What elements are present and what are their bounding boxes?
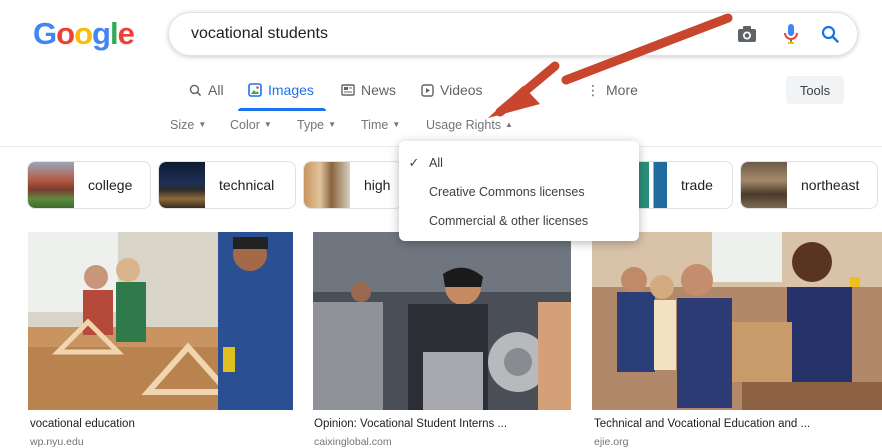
tab-videos[interactable]: Videos bbox=[421, 80, 483, 100]
arrow-head-icon bbox=[488, 86, 540, 118]
menu-item-creative-commons[interactable]: Creative Commons licenses bbox=[399, 178, 639, 206]
tab-all[interactable]: All bbox=[189, 80, 224, 100]
search-icon bbox=[189, 84, 202, 96]
tab-images[interactable]: Images bbox=[248, 80, 314, 100]
result-source: caixinglobal.com bbox=[314, 436, 392, 448]
mic-icon[interactable] bbox=[779, 22, 803, 46]
tools-button[interactable]: Tools bbox=[786, 76, 844, 104]
chip-label: college bbox=[88, 177, 133, 193]
chip-high[interactable]: high bbox=[303, 161, 403, 209]
result-image[interactable] bbox=[313, 232, 571, 410]
logo-letter: g bbox=[92, 16, 111, 51]
chip-technical[interactable]: technical bbox=[158, 161, 296, 209]
chip-thumbnail bbox=[159, 162, 205, 208]
chip-label: high bbox=[364, 177, 391, 193]
filter-label: Color bbox=[230, 118, 260, 132]
workshop-photo bbox=[28, 232, 293, 410]
workshop-photo bbox=[592, 232, 882, 410]
menu-item-label: All bbox=[429, 156, 443, 170]
caret-up-icon: ▲ bbox=[505, 120, 513, 129]
result-image[interactable] bbox=[28, 232, 293, 410]
news-icon bbox=[341, 84, 355, 96]
result-source: wp.nyu.edu bbox=[30, 436, 84, 448]
more-vert-icon: ⋮ bbox=[586, 81, 600, 98]
chip-thumbnail bbox=[28, 162, 74, 208]
filter-label: Size bbox=[170, 118, 195, 132]
tab-news[interactable]: News bbox=[341, 80, 396, 100]
search-box[interactable] bbox=[168, 12, 858, 56]
check-icon: ✓ bbox=[408, 155, 420, 170]
result-source: ejie.org bbox=[594, 436, 629, 448]
filter-label: Type bbox=[297, 118, 325, 132]
active-tab-indicator bbox=[238, 108, 326, 111]
tab-label: News bbox=[361, 82, 397, 98]
workshop-photo bbox=[313, 232, 571, 410]
tab-label: Images bbox=[268, 82, 314, 98]
logo-letter: l bbox=[109, 16, 119, 51]
filter-type[interactable]: Type ▼ bbox=[297, 118, 336, 132]
filter-label: Time bbox=[361, 118, 389, 132]
chip-thumbnail bbox=[304, 162, 350, 208]
chip-thumbnail bbox=[741, 162, 787, 208]
chip-trade[interactable]: trade bbox=[637, 161, 733, 209]
usage-rights-menu: ✓ All Creative Commons licenses Commerci… bbox=[399, 141, 639, 241]
chip-northeast[interactable]: northeast bbox=[740, 161, 878, 209]
menu-item-label: Creative Commons licenses bbox=[429, 185, 585, 199]
caret-down-icon: ▼ bbox=[263, 120, 272, 129]
caret-down-icon: ▼ bbox=[198, 120, 207, 129]
logo-letter: G bbox=[33, 16, 57, 51]
result-image[interactable] bbox=[592, 232, 882, 410]
images-icon bbox=[248, 83, 262, 97]
chip-label: trade bbox=[681, 177, 713, 193]
chip-label: northeast bbox=[801, 177, 860, 193]
chip-college[interactable]: college bbox=[27, 161, 151, 209]
result-caption[interactable]: Technical and Vocational Education and .… bbox=[594, 418, 810, 430]
logo-letter: o bbox=[74, 16, 93, 51]
filter-color[interactable]: Color ▼ bbox=[230, 118, 272, 132]
logo-letter: e bbox=[117, 16, 135, 51]
tab-label: All bbox=[208, 82, 224, 98]
chip-thumbnail bbox=[637, 162, 667, 208]
result-caption[interactable]: vocational education bbox=[30, 418, 135, 430]
filter-size[interactable]: Size ▼ bbox=[170, 118, 206, 132]
caret-down-icon: ▼ bbox=[392, 120, 401, 129]
camera-icon[interactable] bbox=[735, 22, 759, 46]
tab-label: Videos bbox=[440, 82, 483, 98]
menu-item-commercial[interactable]: Commercial & other licenses bbox=[399, 207, 639, 235]
tab-label: More bbox=[606, 82, 638, 98]
menu-item-all[interactable]: ✓ All bbox=[399, 149, 639, 177]
chip-label: technical bbox=[219, 177, 275, 193]
logo-letter: o bbox=[56, 16, 75, 51]
tab-more[interactable]: ⋮ More bbox=[586, 80, 638, 100]
video-icon bbox=[421, 83, 434, 97]
filter-usage-rights[interactable]: Usage Rights ▲ bbox=[426, 118, 513, 132]
arrow-shaft bbox=[495, 61, 560, 117]
search-icon[interactable] bbox=[818, 22, 842, 46]
search-input[interactable] bbox=[191, 13, 711, 55]
filter-time[interactable]: Time ▼ bbox=[361, 118, 400, 132]
google-logo[interactable]: Google bbox=[33, 16, 135, 52]
filter-label: Usage Rights bbox=[426, 118, 502, 132]
result-caption[interactable]: Opinion: Vocational Student Interns ... bbox=[314, 418, 507, 430]
caret-down-icon: ▼ bbox=[328, 120, 337, 129]
menu-item-label: Commercial & other licenses bbox=[429, 214, 589, 228]
